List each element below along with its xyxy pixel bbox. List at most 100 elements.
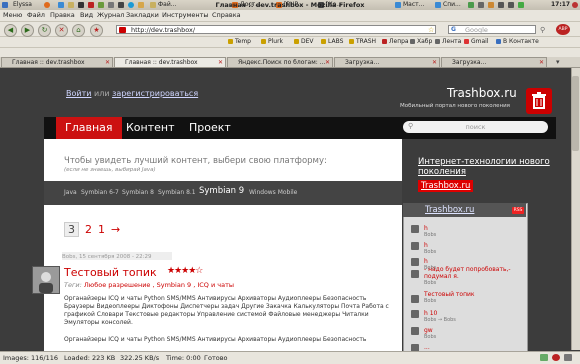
taskbar-item[interactable]: Фай...	[150, 1, 186, 9]
rss-icon[interactable]: RSS	[512, 207, 524, 214]
stop-button[interactable]: ✕	[55, 24, 68, 37]
home-button[interactable]: ⌂	[72, 24, 85, 37]
adblock-icon[interactable]: ABP	[556, 24, 570, 35]
bookmark-item[interactable]: Хабр	[410, 38, 432, 46]
sidebar-promo-link[interactable]: Интернет-технологии нового поколения	[418, 157, 568, 177]
bookmark-item[interactable]: TRASH	[349, 38, 376, 46]
bookmark-item[interactable]: Лепра	[382, 38, 409, 46]
next-page-link[interactable]: →	[111, 223, 120, 236]
page-link[interactable]: 1	[98, 223, 105, 236]
platform-link[interactable]: Java	[64, 189, 77, 197]
platform-link[interactable]: Symbian 8	[122, 189, 154, 197]
site-logo[interactable]: Trashbox.ru	[447, 86, 517, 100]
photo-icon[interactable]	[138, 1, 147, 9]
nav-content[interactable]: Контент	[117, 117, 184, 139]
menu-item[interactable]: Правка	[50, 11, 75, 20]
reload-button[interactable]: ↻	[38, 24, 51, 37]
post-body: Органайзеры ICQ и чаты Python SMS/MMS Ан…	[64, 295, 389, 326]
status-time: Time: 0:00	[166, 354, 201, 362]
bookmark-star-icon[interactable]: ★	[90, 24, 103, 37]
bookmark-item[interactable]: Лента	[435, 38, 461, 46]
menu-item[interactable]: Меню	[3, 11, 22, 20]
nav-project[interactable]: Проект	[180, 117, 240, 139]
search-input[interactable]: Google	[448, 25, 536, 34]
google-icon[interactable]: G	[451, 27, 460, 33]
apps-menu-icon[interactable]	[2, 1, 10, 9]
platform-link[interactable]: Windows Mobile	[249, 189, 297, 197]
close-tab-icon[interactable]: ✕	[432, 58, 437, 67]
menu-item[interactable]: Справка	[212, 11, 241, 20]
sidebar-site-link[interactable]: Trashbox.ru	[418, 180, 474, 192]
avatar[interactable]	[32, 266, 60, 294]
editor-icon[interactable]	[98, 1, 107, 9]
email-icon[interactable]	[68, 1, 77, 9]
search-icon[interactable]: ⚲	[540, 26, 545, 34]
tab[interactable]: Яндекс.Поиск по блогам: ... ✕	[227, 57, 333, 67]
tab-active[interactable]: Главная :: dev.trashbox ✕	[114, 57, 226, 67]
comments-box-title[interactable]: Trashbox.ru	[403, 203, 526, 217]
menu-item[interactable]: Закладки	[126, 11, 159, 20]
platform-link[interactable]: Symbian 6-7	[81, 189, 119, 197]
firefox-icon[interactable]	[44, 1, 56, 9]
bookmark-item[interactable]: В Контакте	[496, 38, 539, 46]
comment-icon	[411, 258, 419, 266]
menu-item[interactable]: Файл	[27, 11, 45, 20]
page-current: 3	[64, 222, 79, 237]
bookmark-item[interactable]: DEV	[294, 38, 314, 46]
bookmark-page-icon[interactable]: ☆	[428, 26, 434, 34]
close-tab-icon[interactable]: ✕	[539, 58, 544, 67]
nav-home[interactable]: Главная	[56, 117, 122, 139]
volume-icon[interactable]	[498, 1, 507, 9]
taskbar-item[interactable]: Спи...	[435, 1, 465, 9]
browser-icon[interactable]	[58, 1, 67, 9]
platform-link[interactable]: Symbian 9	[199, 187, 244, 196]
login-link[interactable]: Войти	[66, 89, 91, 98]
bookmark-item[interactable]: Temp	[228, 38, 251, 46]
connection-icon[interactable]	[540, 354, 548, 361]
url-input[interactable]: http://dev.trashbox/	[116, 25, 436, 34]
chat-icon[interactable]	[468, 1, 477, 9]
taskbar-item[interactable]: Маст...	[395, 1, 433, 9]
adblock-status-icon[interactable]	[552, 354, 560, 361]
tab[interactable]: Главная :: dev.trashbox ✕	[1, 57, 113, 67]
post-title[interactable]: Тестовый топик	[64, 266, 157, 279]
tab[interactable]: Загрузка... ✕	[334, 57, 440, 67]
terminal-icon[interactable]	[78, 1, 87, 9]
comment-icon	[411, 327, 419, 335]
keyboard-icon[interactable]	[478, 1, 487, 9]
tab[interactable]: Загрузка... ✕	[441, 57, 547, 67]
tag-links[interactable]: Любое разрешение , Symbian 9 , ICQ и чат…	[84, 281, 234, 289]
bookmark-item[interactable]: Gmail	[464, 38, 489, 46]
update-icon[interactable]	[488, 1, 497, 9]
skype-icon[interactable]	[128, 1, 137, 9]
download-icon[interactable]	[564, 354, 572, 361]
network-icon[interactable]	[508, 1, 517, 9]
filezilla-icon[interactable]	[88, 1, 97, 9]
media-icon[interactable]	[118, 1, 127, 9]
site-favicon-icon	[119, 27, 126, 33]
battery-icon[interactable]	[518, 1, 527, 9]
toolbar-spacer	[0, 48, 580, 57]
tab-list-icon[interactable]: ▾	[556, 58, 560, 66]
rating-stars[interactable]: ★★★★☆	[167, 266, 203, 276]
menu-item[interactable]: Журнал	[97, 11, 124, 20]
trash-logo-icon[interactable]	[526, 88, 552, 114]
bookmark-item[interactable]: LABS	[321, 38, 343, 46]
power-icon[interactable]	[572, 1, 580, 9]
lock-icon[interactable]	[108, 1, 117, 9]
menu-item[interactable]: Вид	[80, 11, 93, 20]
forward-button[interactable]: ▶	[21, 24, 34, 37]
bookmark-item[interactable]: Plurk	[261, 38, 283, 46]
menu-bar: Меню Файл Правка Вид Журнал Закладки Инс…	[0, 10, 580, 22]
platform-link[interactable]: Symbian 8.1	[158, 189, 196, 197]
scrollbar-thumb[interactable]	[572, 76, 579, 151]
back-button[interactable]: ◀	[4, 24, 17, 37]
close-tab-icon[interactable]: ✕	[218, 58, 223, 67]
close-tab-icon[interactable]: ✕	[105, 58, 110, 67]
register-link[interactable]: зарегистрироваться	[112, 89, 198, 98]
clock[interactable]: 17:17	[551, 1, 573, 9]
site-search-input[interactable]: поиск	[403, 121, 548, 133]
menu-item[interactable]: Инструменты	[162, 11, 209, 20]
close-tab-icon[interactable]: ✕	[325, 58, 330, 67]
page-link[interactable]: 2	[85, 223, 92, 236]
